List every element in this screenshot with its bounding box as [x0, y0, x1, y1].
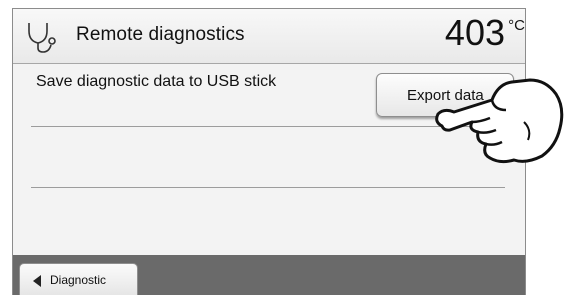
back-button-diagnostic[interactable]: Diagnostic: [19, 263, 138, 295]
footer-bar: Diagnostic: [13, 255, 525, 295]
temperature-readout: 403: [444, 12, 505, 53]
device-screen: Remote diagnostics 403 °C Save diagnosti…: [12, 8, 526, 295]
triangle-left-icon: [33, 275, 41, 287]
usb-export-label: Save diagnostic data to USB stick: [36, 73, 277, 90]
back-button-label: Diagnostic: [50, 273, 107, 287]
divider: [31, 126, 505, 127]
export-data-button[interactable]: Export data: [376, 73, 514, 117]
page-title: Remote diagnostics: [76, 24, 245, 45]
stethoscope-icon: [28, 23, 56, 53]
temperature-unit: °C: [508, 17, 525, 34]
header-bar: Remote diagnostics 403 °C: [13, 9, 525, 64]
divider: [31, 187, 505, 188]
